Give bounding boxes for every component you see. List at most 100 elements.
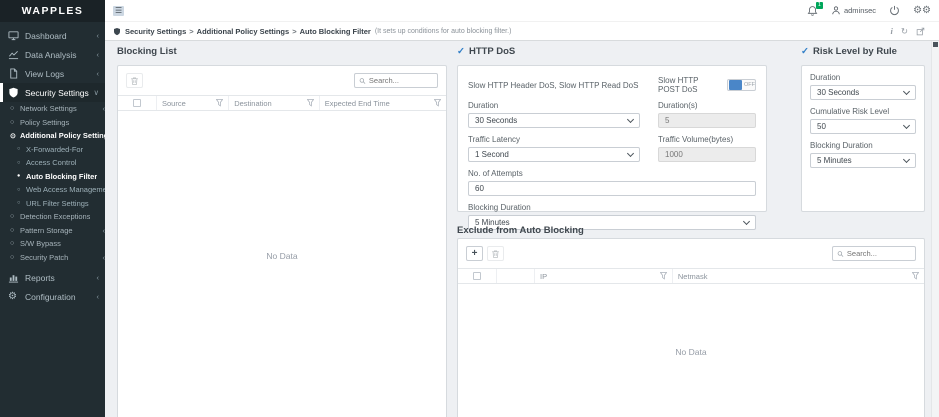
- search-icon: [359, 77, 366, 85]
- traffic-volume-input[interactable]: [658, 147, 756, 162]
- chevron-left-icon: ‹: [94, 69, 100, 78]
- circle-icon: ○: [17, 146, 26, 152]
- column-label: Expected End Time: [325, 99, 390, 108]
- column-ip: IP: [534, 269, 672, 283]
- edit-icon[interactable]: [916, 27, 925, 36]
- sidebar-item-view-logs[interactable]: View Logs ‹: [0, 64, 105, 83]
- traffic-volume-field: Traffic Volume(bytes): [658, 128, 756, 162]
- risk-duration-field: Duration 30 Seconds: [802, 73, 924, 100]
- filter-icon[interactable]: [216, 99, 223, 107]
- risk-duration-select[interactable]: 30 Seconds: [810, 85, 916, 100]
- delete-button[interactable]: [126, 73, 143, 88]
- sidebar-item-pattern-storage[interactable]: ○ Pattern Storage ‹: [0, 224, 105, 238]
- exclude-title: Exclude from Auto Blocking: [457, 225, 584, 236]
- traffic-latency-field: Traffic Latency 1 Second: [468, 128, 640, 162]
- scrollbar-thumb[interactable]: [933, 42, 938, 47]
- sidebar-item-label: View Logs: [25, 69, 64, 79]
- chevron-down-icon: [627, 150, 634, 157]
- select-all-checkbox[interactable]: [473, 272, 481, 280]
- chevron-down-icon: [743, 218, 750, 225]
- gear-icon: ⚙: [8, 291, 21, 302]
- filter-icon[interactable]: [660, 272, 667, 280]
- search-input[interactable]: [369, 76, 433, 85]
- section-title-text: Exclude from Auto Blocking: [457, 225, 584, 236]
- topbar: ☰ 1 adminsec ⚙⚙: [105, 0, 939, 22]
- sidebar-item-label: Configuration: [25, 292, 76, 302]
- sidebar-item-web-access-management[interactable]: ○ Web Access Management: [0, 183, 105, 197]
- traffic-latency-select[interactable]: 1 Second: [468, 147, 640, 162]
- sidebar-item-label: X-Forwarded-For: [26, 145, 83, 154]
- sidebar-item-configuration[interactable]: ⚙ Configuration ‹: [0, 287, 105, 306]
- sidebar-item-label: Security Settings: [25, 88, 89, 98]
- field-label: Cumulative Risk Level: [810, 107, 916, 116]
- sidebar-item-detection-exceptions[interactable]: ○ Detection Exceptions: [0, 210, 105, 224]
- slow-header-dos-label: Slow HTTP Header DoS, Slow HTTP Read DoS: [468, 76, 640, 94]
- duration-s-input[interactable]: [658, 113, 756, 128]
- toggle-knob: [729, 80, 742, 90]
- delete-button[interactable]: [487, 246, 504, 261]
- info-icon[interactable]: i: [891, 27, 893, 36]
- breadcrumb-item[interactable]: Additional Policy Settings: [197, 27, 290, 36]
- sidebar-item-auto-blocking-filter[interactable]: ● Auto Blocking Filter: [0, 170, 105, 184]
- filter-icon[interactable]: [307, 99, 314, 107]
- menu-toggle-icon[interactable]: ☰: [113, 6, 124, 16]
- logout-button[interactable]: [889, 5, 900, 16]
- attempts-input[interactable]: [468, 181, 756, 196]
- column-label: Netmask: [678, 272, 708, 281]
- sidebar-nav: Dashboard ‹ Data Analysis ‹ View Logs ‹ …: [0, 22, 105, 306]
- duration-select[interactable]: 30 Seconds: [468, 113, 640, 128]
- notifications-button[interactable]: 1: [807, 5, 818, 17]
- circle-icon: ○: [10, 213, 20, 220]
- add-button[interactable]: +: [466, 246, 483, 261]
- sidebar-item-label: Auto Blocking Filter: [26, 172, 97, 181]
- sidebar: WAPPLES Dashboard ‹ Data Analysis ‹ View…: [0, 0, 105, 417]
- checked-icon[interactable]: ✓: [457, 46, 465, 57]
- sidebar-item-label: Policy Settings: [20, 118, 69, 127]
- sidebar-item-label: Reports: [25, 273, 55, 283]
- risk-blocking-duration-select[interactable]: 5 Minutes: [810, 153, 916, 168]
- circle-icon: ○: [10, 254, 20, 261]
- sidebar-item-url-filter-settings[interactable]: ○ URL Filter Settings: [0, 197, 105, 211]
- refresh-icon[interactable]: ↻: [901, 27, 908, 36]
- filter-icon[interactable]: [434, 99, 441, 107]
- user-menu[interactable]: adminsec: [831, 5, 876, 16]
- field-label: No. of Attempts: [468, 169, 756, 178]
- username: adminsec: [844, 6, 876, 15]
- sidebar-item-network-settings[interactable]: ○ Network Settings ‹: [0, 102, 105, 116]
- search-input[interactable]: [847, 249, 911, 258]
- chevron-left-icon: ‹: [94, 292, 100, 301]
- column-label: Source: [162, 99, 186, 108]
- sidebar-item-security-settings[interactable]: Security Settings ∨: [0, 83, 105, 102]
- column-label: IP: [540, 272, 547, 281]
- sidebar-item-additional-policy-settings[interactable]: ⊙ Additional Policy Settings: [0, 129, 105, 143]
- sidebar-item-policy-settings[interactable]: ○ Policy Settings: [0, 116, 105, 130]
- select-all-checkbox[interactable]: [133, 99, 141, 107]
- slow-post-dos-toggle[interactable]: OFF: [727, 79, 756, 91]
- sidebar-item-x-forwarded-for[interactable]: ○ X-Forwarded-For: [0, 143, 105, 157]
- breadcrumb-hint: (It sets up conditions for auto blocking…: [375, 28, 512, 35]
- cumulative-risk-select[interactable]: 50: [810, 119, 916, 134]
- sidebar-item-label: S/W Bypass: [20, 239, 61, 248]
- section-title-text: HTTP DoS: [469, 46, 515, 57]
- breadcrumb-separator: >: [189, 27, 193, 36]
- sidebar-item-sw-bypass[interactable]: ○ S/W Bypass: [0, 237, 105, 251]
- sidebar-item-reports[interactable]: Reports ‹: [0, 268, 105, 287]
- sidebar-item-label: Network Settings: [20, 104, 77, 113]
- sidebar-item-access-control[interactable]: ○ Access Control: [0, 156, 105, 170]
- sidebar-item-dashboard[interactable]: Dashboard ‹: [0, 26, 105, 45]
- plus-icon: +: [472, 249, 478, 259]
- page-actions: i ↻: [891, 27, 932, 36]
- shield-icon: [8, 87, 21, 98]
- breadcrumb-item[interactable]: Auto Blocking Filter: [300, 27, 371, 36]
- slow-post-dos-label: Slow HTTP POST DoS: [658, 76, 722, 94]
- sidebar-item-data-analysis[interactable]: Data Analysis ‹: [0, 45, 105, 64]
- settings-gears-button[interactable]: ⚙⚙: [913, 6, 931, 16]
- sidebar-item-security-patch[interactable]: ○ Security Patch ‹: [0, 251, 105, 265]
- exclude-search: [832, 246, 916, 261]
- filter-icon[interactable]: [912, 272, 919, 280]
- checked-icon[interactable]: ✓: [801, 46, 809, 57]
- vertical-scrollbar[interactable]: [931, 41, 939, 417]
- sidebar-item-label: Pattern Storage: [20, 226, 73, 235]
- circle-icon: ○: [10, 119, 20, 126]
- breadcrumb-item[interactable]: Security Settings: [125, 27, 186, 36]
